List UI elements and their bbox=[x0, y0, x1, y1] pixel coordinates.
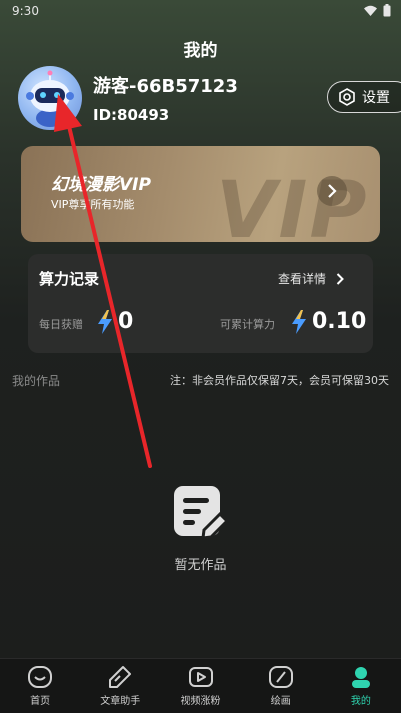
tab-mine[interactable]: 我的 bbox=[321, 659, 401, 713]
works-label: 我的作品 bbox=[12, 374, 61, 388]
video-icon bbox=[188, 667, 213, 687]
bottom-tab-bar: 首页 文章助手 视频涨粉 绘画 我的 bbox=[0, 658, 401, 713]
robot-avatar-icon bbox=[26, 70, 74, 127]
chevron-right-icon bbox=[328, 184, 337, 198]
wifi-icon bbox=[364, 5, 377, 16]
power-card: 算力记录 查看详情 每日获赠 0 可累计算力 0.10 bbox=[28, 254, 373, 353]
chevron-right-icon bbox=[336, 272, 344, 285]
username: 游客-66B57123 bbox=[93, 76, 238, 97]
tab-painting[interactable]: 绘画 bbox=[241, 659, 321, 713]
page-title: 我的 bbox=[183, 41, 218, 61]
lightning-icon bbox=[98, 310, 112, 334]
tab-home[interactable]: 首页 bbox=[0, 659, 80, 713]
vip-subtitle: VIP尊享所有功能 bbox=[51, 198, 135, 211]
power-title: 算力记录 bbox=[39, 270, 100, 288]
lightning-icon bbox=[292, 310, 306, 334]
battery-icon bbox=[383, 4, 391, 17]
status-icons bbox=[364, 4, 391, 17]
paint-icon bbox=[268, 666, 293, 688]
pen-icon bbox=[109, 666, 132, 688]
accumulated-value: 0.10 bbox=[312, 309, 367, 334]
empty-text: 暂无作品 bbox=[174, 558, 227, 573]
tab-label: 文章助手 bbox=[100, 696, 141, 707]
status-time: 9:30 bbox=[12, 4, 39, 18]
vip-title: 幻境漫影VIP bbox=[51, 175, 151, 195]
vip-watermark: VIP bbox=[216, 166, 369, 242]
power-detail-label: 查看详情 bbox=[278, 272, 327, 286]
settings-label: 设置 bbox=[362, 90, 390, 106]
daily-label: 每日获赠 bbox=[39, 318, 83, 331]
user-icon bbox=[351, 667, 370, 688]
vip-card[interactable]: VIP 幻境漫影VIP VIP尊享所有功能 bbox=[21, 146, 380, 242]
user-id: ID:80493 bbox=[93, 106, 170, 124]
tab-label: 视频涨粉 bbox=[180, 696, 221, 707]
avatar[interactable] bbox=[18, 66, 82, 130]
daily-value: 0 bbox=[118, 309, 134, 334]
works-note: 注：非会员作品仅保留7天，会员可保留30天 bbox=[170, 374, 389, 387]
status-bar: 9:30 bbox=[0, 0, 401, 24]
tab-label: 绘画 bbox=[270, 696, 291, 707]
accumulated-label: 可累计算力 bbox=[220, 318, 275, 331]
home-icon bbox=[28, 666, 53, 688]
settings-hexagon-icon bbox=[339, 88, 355, 106]
tab-article-assistant[interactable]: 文章助手 bbox=[80, 659, 160, 713]
power-detail-link[interactable]: 查看详情 bbox=[278, 270, 344, 287]
settings-button[interactable]: 设置 bbox=[327, 81, 401, 113]
empty-document-icon bbox=[174, 486, 230, 540]
tab-video-fans[interactable]: 视频涨粉 bbox=[160, 659, 240, 713]
tab-label: 首页 bbox=[30, 696, 51, 707]
vip-arrow-button[interactable] bbox=[317, 176, 347, 206]
tab-label: 我的 bbox=[350, 696, 371, 707]
